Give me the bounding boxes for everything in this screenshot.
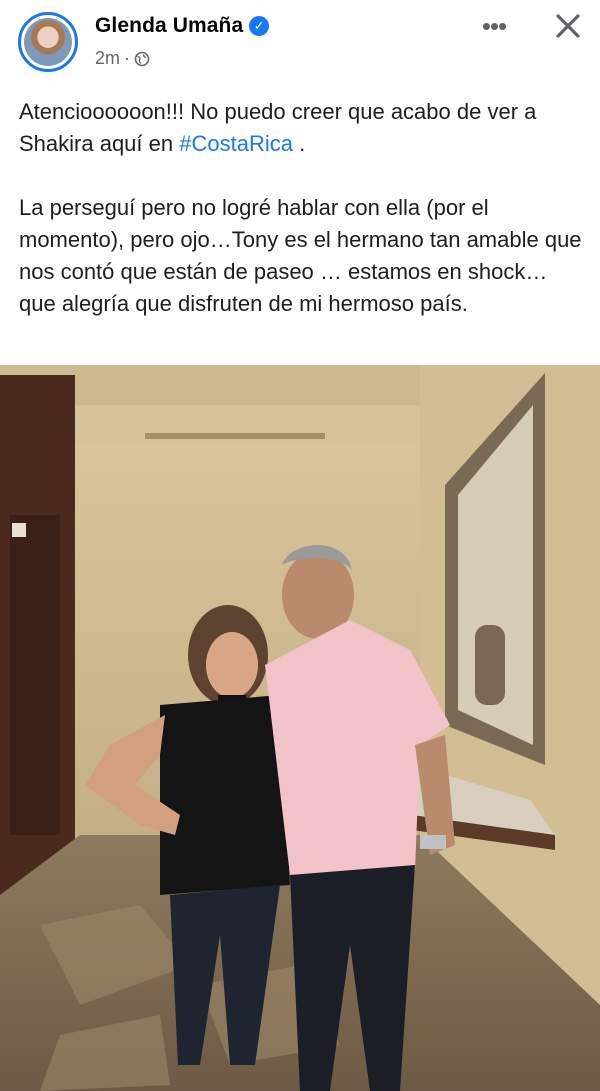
meta-separator: · xyxy=(124,48,131,68)
post-text: Atencioooooon!!! No puedo creer que acab… xyxy=(19,96,584,320)
globe-icon[interactable] xyxy=(134,51,150,67)
post-text-end: . xyxy=(292,131,306,156)
avatar-photo xyxy=(24,18,72,66)
avatar[interactable] xyxy=(18,12,78,72)
hashtag-link[interactable]: #CostaRica xyxy=(179,131,293,156)
post-meta: 2m · xyxy=(95,48,150,69)
close-icon[interactable] xyxy=(548,6,588,46)
more-options-icon[interactable]: ••• xyxy=(472,8,516,44)
post-time[interactable]: 2m xyxy=(95,48,120,69)
verified-badge-icon: ✓ xyxy=(249,16,270,36)
post-paragraph-2: La perseguí pero no logré hablar con ell… xyxy=(19,195,582,316)
author-row: Glenda Umaña ✓ xyxy=(95,14,270,38)
post-photo[interactable] xyxy=(0,365,600,1091)
photo-illustration xyxy=(0,365,600,1091)
post-header: Glenda Umaña ✓ 2m · ••• xyxy=(0,0,600,84)
post-paragraph-1: Atencioooooon!!! No puedo creer que acab… xyxy=(19,96,584,160)
author-name[interactable]: Glenda Umaña xyxy=(95,14,243,38)
